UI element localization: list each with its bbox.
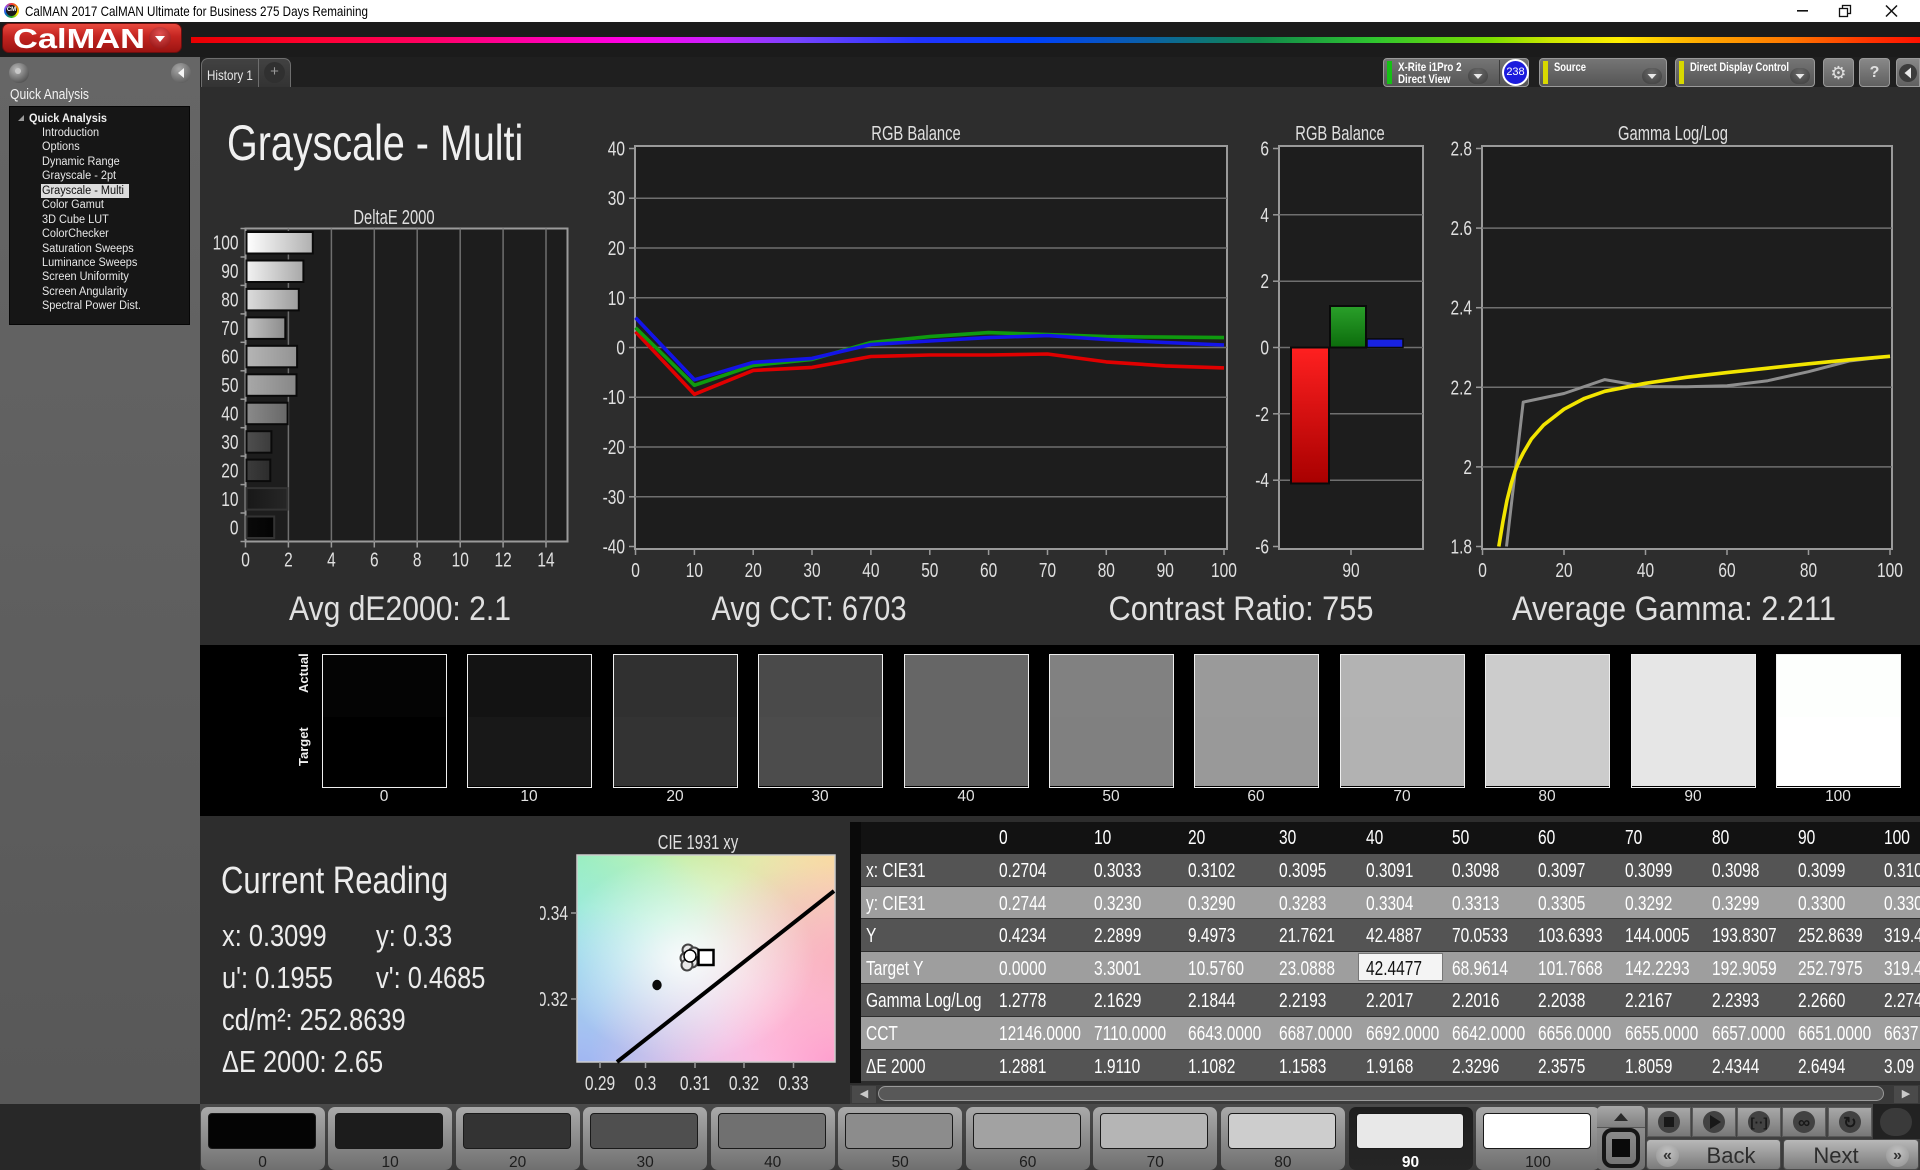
svg-text:[··]: [··] — [1750, 1115, 1767, 1130]
svg-text:40: 40 — [862, 560, 879, 582]
svg-text:0: 0 — [631, 560, 640, 582]
svg-text:10: 10 — [686, 560, 703, 582]
svg-text:2.4: 2.4 — [1451, 298, 1473, 320]
svg-text:2.2: 2.2 — [1451, 377, 1473, 399]
svg-text:2: 2 — [1463, 457, 1472, 479]
svg-text:40: 40 — [1637, 560, 1654, 582]
svg-text:↻: ↻ — [1843, 1115, 1856, 1132]
svg-text:2.8: 2.8 — [1451, 139, 1473, 161]
svg-text:-6: -6 — [1255, 537, 1269, 559]
svg-text:14: 14 — [537, 550, 554, 572]
svg-text:50: 50 — [921, 560, 938, 582]
svg-text:0.33: 0.33 — [778, 1073, 808, 1090]
svg-text:Avg dE2000: 2.1: Avg dE2000: 2.1 — [289, 590, 511, 628]
svg-text:-40: -40 — [603, 537, 625, 559]
svg-text:60: 60 — [221, 347, 238, 369]
svg-text:100: 100 — [213, 233, 239, 255]
svg-text:30: 30 — [803, 560, 820, 582]
svg-text:20: 20 — [745, 560, 762, 582]
svg-text:2: 2 — [284, 550, 293, 572]
svg-text:20: 20 — [1555, 560, 1572, 582]
svg-text:12: 12 — [495, 550, 512, 572]
svg-text:20: 20 — [608, 238, 625, 260]
svg-text:2: 2 — [1260, 271, 1269, 293]
svg-text:-4: -4 — [1255, 470, 1269, 492]
svg-text:1.8: 1.8 — [1451, 537, 1473, 559]
svg-text:40: 40 — [221, 404, 238, 426]
svg-text:80: 80 — [1800, 560, 1817, 582]
svg-text:-20: -20 — [603, 437, 625, 459]
svg-text:0.32: 0.32 — [540, 989, 568, 1011]
svg-text:CIE 1931 xy: CIE 1931 xy — [658, 831, 739, 854]
svg-text:60: 60 — [980, 560, 997, 582]
svg-text:-2: -2 — [1255, 404, 1269, 426]
svg-text:30: 30 — [608, 188, 625, 210]
svg-text:0.32: 0.32 — [729, 1073, 759, 1090]
svg-text:6: 6 — [1260, 139, 1269, 161]
svg-text:RGB Balance: RGB Balance — [871, 122, 960, 145]
svg-text:10: 10 — [608, 288, 625, 310]
svg-text:∞: ∞ — [1798, 1113, 1810, 1132]
svg-text:10: 10 — [452, 550, 469, 572]
svg-text:10: 10 — [221, 489, 238, 511]
svg-text:100: 100 — [1877, 560, 1903, 582]
svg-text:90: 90 — [1157, 560, 1174, 582]
svg-text:20: 20 — [221, 460, 238, 482]
svg-text:-10: -10 — [603, 387, 625, 409]
svg-text:Avg CCT: 6703: Avg CCT: 6703 — [712, 590, 907, 628]
svg-text:0: 0 — [241, 550, 250, 572]
svg-text:0.29: 0.29 — [585, 1073, 615, 1090]
svg-text:Gamma Log/Log: Gamma Log/Log — [1618, 122, 1728, 145]
svg-text:0: 0 — [616, 338, 625, 360]
svg-text:0: 0 — [230, 517, 239, 539]
svg-text:40: 40 — [608, 139, 625, 161]
svg-text:80: 80 — [221, 290, 238, 312]
svg-text:4: 4 — [327, 550, 336, 572]
svg-text:-30: -30 — [603, 487, 625, 509]
svg-text:60: 60 — [1718, 560, 1735, 582]
svg-text:90: 90 — [1342, 560, 1359, 582]
svg-text:80: 80 — [1098, 560, 1115, 582]
svg-text:0: 0 — [1260, 338, 1269, 360]
svg-text:4: 4 — [1260, 205, 1269, 227]
svg-text:Average Gamma: 2.211: Average Gamma: 2.211 — [1512, 590, 1836, 628]
svg-text:8: 8 — [413, 550, 422, 572]
svg-text:0: 0 — [1478, 560, 1487, 582]
svg-text:70: 70 — [1039, 560, 1056, 582]
svg-text:50: 50 — [221, 375, 238, 397]
svg-text:100: 100 — [1211, 560, 1237, 582]
svg-text:Contrast Ratio: 755: Contrast Ratio: 755 — [1109, 590, 1374, 628]
svg-text:DeltaE 2000: DeltaE 2000 — [353, 206, 434, 229]
svg-text:RGB Balance: RGB Balance — [1295, 122, 1384, 145]
svg-text:70: 70 — [221, 318, 238, 340]
svg-text:6: 6 — [370, 550, 379, 572]
svg-text:0.34: 0.34 — [540, 903, 568, 925]
svg-text:2.6: 2.6 — [1451, 218, 1473, 240]
svg-text:0.31: 0.31 — [680, 1073, 710, 1090]
svg-text:0.3: 0.3 — [635, 1073, 657, 1090]
svg-text:30: 30 — [221, 432, 238, 454]
svg-text:90: 90 — [221, 261, 238, 283]
